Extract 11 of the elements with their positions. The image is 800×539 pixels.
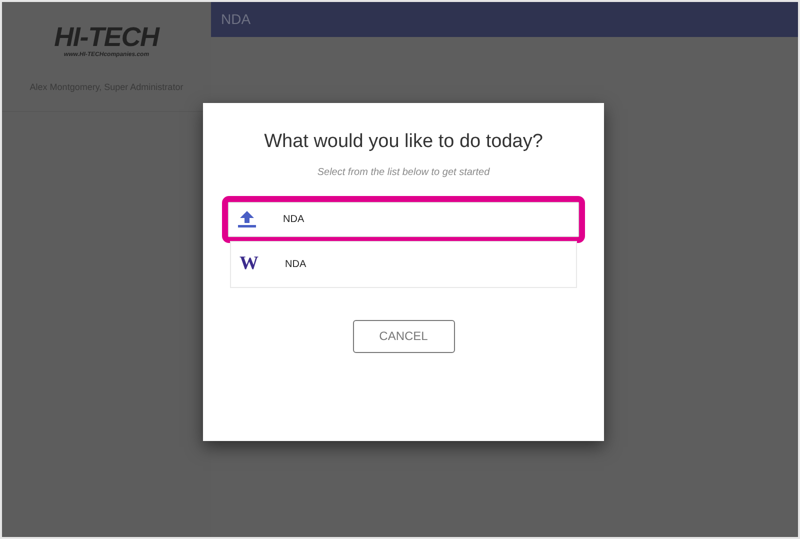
option-label: NDA (285, 258, 306, 272)
upload-icon (237, 209, 257, 229)
word-icon: W (239, 250, 259, 278)
logo: HI-TECH (54, 22, 159, 51)
dialog-title: What would you like to do today? (264, 130, 543, 154)
dialog-subtitle: Select from the list below to get started (317, 166, 490, 180)
option-item[interactable]: NDA (222, 196, 585, 242)
page-title: NDA (221, 10, 251, 29)
option-item[interactable]: W NDA (230, 240, 577, 288)
option-label: NDA (283, 212, 304, 226)
cancel-button[interactable]: CANCEL (352, 320, 454, 352)
